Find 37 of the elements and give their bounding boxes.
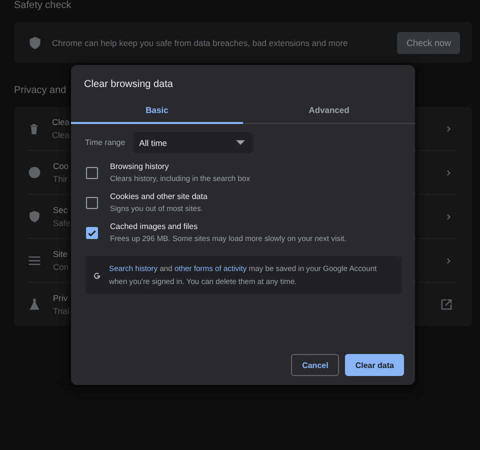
row-subtitle: Clea [52, 130, 70, 140]
checkbox[interactable] [86, 226, 98, 238]
shield-icon [28, 36, 42, 50]
clear-data-button[interactable]: Clear data [345, 354, 404, 376]
chevron-icon[interactable] [446, 124, 452, 132]
row-subtitle: Con [53, 262, 69, 272]
row-subtitle: Thir [53, 174, 68, 184]
row-title: Priv [53, 293, 68, 303]
section-heading: Privacy and [14, 85, 68, 97]
dialog-title: Clear browsing data [83, 78, 174, 92]
check-now-button[interactable]: Check now [397, 32, 460, 54]
option-title: Cookies and other site data [110, 192, 208, 201]
checkbox[interactable] [86, 196, 98, 208]
trash-icon [28, 122, 40, 134]
caret-icon [236, 140, 246, 145]
chevron-icon[interactable] [446, 212, 452, 220]
row-title: Coo [53, 161, 69, 171]
chevron-icon[interactable] [446, 168, 452, 176]
safety-check-text: Chrome can help keep you safe from data breaches, bad extensions and more [52, 38, 349, 48]
cancel-button[interactable]: Cancel [291, 354, 340, 376]
row-subtitle: Safe [53, 218, 70, 228]
flask-icon [28, 298, 41, 311]
tab[interactable]: Advanced [243, 99, 415, 124]
time-range-dropdown[interactable]: All time [133, 132, 254, 153]
row-title: Clea [52, 117, 70, 127]
row-subtitle: Trial [53, 306, 70, 316]
option-title: Browsing history [110, 162, 170, 171]
tab[interactable]: Basic [71, 99, 243, 124]
chevron-icon[interactable] [446, 256, 452, 264]
checkbox[interactable] [86, 166, 98, 178]
field-label: Time range [85, 138, 126, 147]
external-link-icon[interactable] [441, 299, 452, 310]
section-heading: Safety check [14, 0, 72, 12]
row-title: Sec [53, 205, 68, 215]
option-title: Cached images and files [110, 222, 199, 231]
row-title: Site [53, 249, 68, 259]
shield-icon [28, 210, 41, 223]
